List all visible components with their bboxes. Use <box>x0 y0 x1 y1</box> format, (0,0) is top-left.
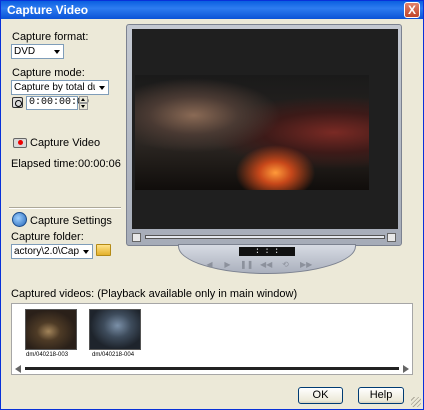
resize-grip[interactable] <box>411 397 421 407</box>
scrub-bar[interactable] <box>145 235 385 239</box>
capture-settings-icon[interactable] <box>12 212 27 227</box>
video-thumbnail[interactable] <box>25 309 77 350</box>
video-thumbnail[interactable] <box>89 309 141 350</box>
scrub-start-handle[interactable] <box>132 233 141 242</box>
rewind-icon[interactable]: ◀◀ <box>260 260 272 269</box>
duration-input[interactable]: 0:00:00:00 <box>26 96 89 110</box>
capture-folder-label: Capture folder: <box>11 231 84 243</box>
dropdown-arrow-icon[interactable] <box>79 245 92 258</box>
help-button[interactable]: Help <box>358 387 404 404</box>
capture-format-value: DVD <box>14 46 36 57</box>
window-title: Capture Video <box>7 3 89 17</box>
video-frame <box>135 75 369 190</box>
capture-format-select[interactable]: DVD <box>11 44 64 59</box>
pause-icon[interactable]: ❚❚ <box>240 260 253 269</box>
repeat-icon[interactable]: ⟲ <box>280 260 291 269</box>
capture-settings-button[interactable]: Capture Settings <box>30 215 112 227</box>
fast-forward-icon[interactable]: ▶▶ <box>300 260 312 269</box>
title-bar: Capture Video X <box>1 1 423 19</box>
timer-icon[interactable] <box>12 97 23 108</box>
preview-player <box>126 24 402 246</box>
separator <box>9 207 121 209</box>
playback-controls: : : : ◀ ▶ ❚❚ ◀◀ ⟲ ▶▶ <box>178 244 356 274</box>
capture-video-window: Capture Video X Capture format: DVD Capt… <box>0 0 424 410</box>
duration-spinner[interactable] <box>79 96 88 110</box>
video-thumbnail-label: dm/040218-004 <box>92 352 135 358</box>
captured-videos-label: Captured videos: (Playback available onl… <box>11 288 298 300</box>
scroll-left-icon[interactable] <box>15 365 21 373</box>
folder-icon[interactable] <box>96 244 111 256</box>
spin-down-button[interactable] <box>79 103 88 110</box>
capture-mode-label: Capture mode: <box>12 67 85 79</box>
spin-up-button[interactable] <box>79 96 88 103</box>
horizontal-scrollbar[interactable] <box>15 365 409 373</box>
elapsed-time-value: 00:00:06 <box>78 158 121 170</box>
captured-videos-list: dm/040218-003 dm/040218-004 <box>11 303 413 375</box>
ok-button[interactable]: OK <box>298 387 343 404</box>
capture-folder-select[interactable]: actory\2.0\Capture <box>11 244 93 259</box>
close-button[interactable]: X <box>404 2 420 18</box>
video-thumbnail-label: dm/040218-003 <box>26 352 69 358</box>
scrub-end-handle[interactable] <box>387 233 396 242</box>
elapsed-time-label: Elapsed time: <box>11 158 78 170</box>
scroll-right-icon[interactable] <box>403 365 409 373</box>
scroll-track[interactable] <box>25 367 399 370</box>
capture-video-icon[interactable] <box>13 138 27 148</box>
dropdown-arrow-icon[interactable] <box>95 81 108 94</box>
preview-screen <box>132 29 398 229</box>
play-icon[interactable]: ▶ <box>222 260 233 269</box>
capture-mode-select[interactable]: Capture by total duration <box>11 80 109 95</box>
timecode-display: : : : <box>239 247 295 256</box>
capture-format-label: Capture format: <box>12 31 89 43</box>
capture-video-button[interactable]: Capture Video <box>30 137 100 149</box>
prev-icon[interactable]: ◀ <box>204 260 215 269</box>
dropdown-arrow-icon[interactable] <box>50 45 63 58</box>
